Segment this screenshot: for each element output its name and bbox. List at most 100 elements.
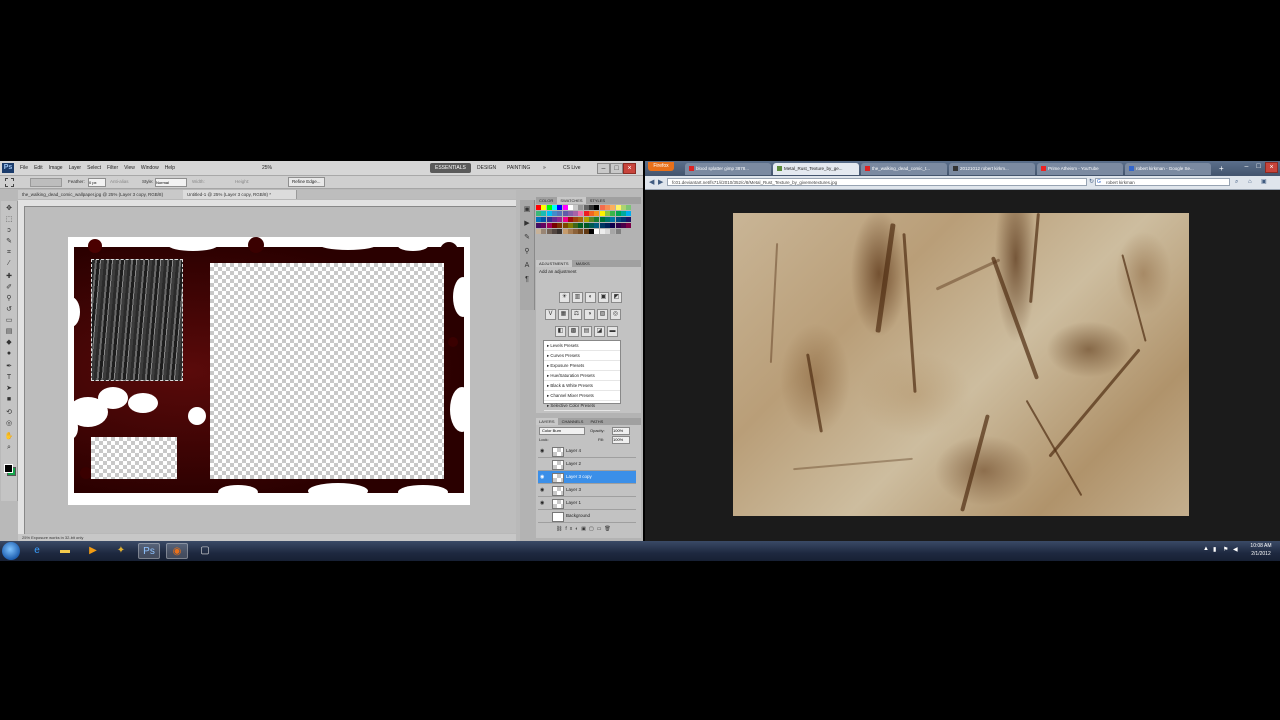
layer-row[interactable]: Background	[538, 510, 636, 523]
preset-item[interactable]: ▸ Levels Presets	[544, 341, 620, 351]
color-swatch[interactable]	[589, 223, 594, 228]
fill-input[interactable]: 100%	[612, 436, 630, 444]
layer-row[interactable]: ◉ Layer 3 copy	[538, 471, 636, 484]
color-swatch[interactable]	[626, 211, 632, 216]
workspace-essentials[interactable]: ESSENTIALS	[430, 163, 471, 173]
color-swatch[interactable]	[599, 211, 605, 216]
color-swatch[interactable]	[620, 205, 626, 210]
color-swatch[interactable]	[604, 223, 610, 228]
ff-minimize-button[interactable]: –	[1241, 162, 1252, 171]
color-swatch[interactable]	[610, 217, 616, 222]
adjustment-icon[interactable]: ◧	[555, 326, 566, 337]
reload-icon[interactable]: ↻	[1089, 178, 1094, 187]
clone-stamp-tool-icon[interactable]: ⚲	[4, 295, 14, 303]
swatches-tab[interactable]: SWATCHES	[557, 197, 586, 204]
browser-tab[interactable]: blood splatter gimp 3878...	[685, 163, 771, 175]
color-swatch[interactable]	[615, 205, 621, 210]
color-swatch[interactable]	[546, 223, 552, 228]
clone-source-panel-icon[interactable]: ⚲	[522, 248, 532, 256]
marquee-tool-icon[interactable]: ⬚	[4, 216, 14, 224]
channels-tab[interactable]: CHANNELS	[559, 418, 587, 425]
menu-help[interactable]: Help	[165, 161, 175, 175]
window-icon[interactable]: ▢	[194, 543, 216, 559]
pen-tool-icon[interactable]: ✒	[4, 363, 14, 371]
selection-mode-icons[interactable]	[30, 178, 62, 187]
ps-maximize-button[interactable]: □	[610, 163, 623, 174]
layer-row[interactable]: ◉ Layer 4	[538, 445, 636, 458]
color-swatch[interactable]	[583, 223, 589, 228]
brushes-panel-icon[interactable]: ✎	[522, 234, 532, 242]
color-swatch[interactable]	[594, 205, 600, 210]
color-swatch[interactable]	[594, 223, 600, 228]
app-icon[interactable]: ✦	[110, 543, 132, 559]
color-swatch[interactable]	[583, 229, 589, 234]
doc-tab-wallpaper[interactable]: the_walking_dead_comic_wallpaper.jpg @ 2…	[18, 190, 187, 199]
color-swatch[interactable]	[573, 229, 579, 234]
3d-camera-tool-icon[interactable]: ◎	[4, 420, 14, 428]
doc-tab-untitled[interactable]: Untitled-1 @ 25% (Layer 3 copy, RGB/8) *	[183, 190, 297, 199]
color-swatch[interactable]	[557, 211, 563, 216]
color-swatch[interactable]	[551, 211, 557, 216]
color-swatch[interactable]	[562, 211, 568, 216]
ie-icon[interactable]: e	[26, 543, 48, 559]
color-swatch[interactable]	[541, 205, 547, 210]
color-swatch[interactable]	[536, 217, 541, 222]
marquee-tool-icon[interactable]	[5, 178, 14, 187]
color-swatch[interactable]	[536, 223, 541, 228]
quick-select-tool-icon[interactable]: ✎	[4, 238, 14, 246]
color-swatch[interactable]	[546, 205, 552, 210]
eyedropper-tool-icon[interactable]: ⁄	[4, 260, 14, 268]
path-select-tool-icon[interactable]: ➤	[4, 385, 14, 393]
color-swatch[interactable]	[599, 205, 605, 210]
color-swatch[interactable]	[578, 205, 584, 210]
color-swatch[interactable]	[594, 211, 600, 216]
menu-image[interactable]: Image	[49, 161, 63, 175]
blur-tool-icon[interactable]: ◆	[4, 339, 14, 347]
color-swatch[interactable]	[536, 211, 541, 216]
search-input[interactable]: robert kirkman	[1095, 178, 1230, 186]
foreground-color-swatch[interactable]	[4, 464, 13, 473]
adjustment-icon[interactable]: ▩	[568, 326, 579, 337]
color-swatch[interactable]	[546, 229, 552, 234]
shape-tool-icon[interactable]: ■	[4, 396, 14, 404]
color-swatch[interactable]	[557, 217, 563, 222]
color-swatch[interactable]	[615, 229, 621, 234]
color-swatch[interactable]	[615, 217, 621, 222]
color-swatch[interactable]	[604, 229, 610, 234]
color-swatch[interactable]	[536, 229, 541, 234]
character-panel-icon[interactable]: A	[522, 262, 532, 270]
hand-tool-icon[interactable]: ✋	[4, 433, 14, 441]
tray-flag-icon[interactable]: ⚑	[1223, 546, 1229, 554]
color-swatch[interactable]	[578, 229, 584, 234]
dodge-tool-icon[interactable]: ●	[4, 350, 14, 358]
firefox-menu-button[interactable]: Firefox	[648, 162, 674, 171]
adjustments-tab[interactable]: ADJUSTMENTS	[536, 260, 572, 267]
paragraph-panel-icon[interactable]: ¶	[522, 276, 532, 284]
color-swatch[interactable]	[610, 223, 616, 228]
color-swatch[interactable]	[578, 223, 584, 228]
back-icon[interactable]: ◀	[649, 178, 654, 187]
zoom-tool-icon[interactable]: ⌕	[4, 444, 14, 452]
color-swatch[interactable]	[620, 211, 626, 216]
browser-tab[interactable]: 20121012 robert kirkm...	[949, 163, 1035, 175]
adjustment-icon[interactable]: ▬	[607, 326, 618, 337]
color-swatch[interactable]	[567, 217, 573, 222]
browser-tab[interactable]: Prime Atheism - YouTube	[1037, 163, 1123, 175]
move-tool-icon[interactable]: ✥	[4, 205, 14, 213]
ps-canvas-area[interactable]	[25, 207, 516, 533]
color-swatch[interactable]	[562, 223, 568, 228]
taskbar-clock[interactable]: 10:08 AM 2/1/2012	[1246, 542, 1276, 558]
color-swatch[interactable]	[557, 205, 563, 210]
layer-footer-icons[interactable]: ⛓fx◐▣▢▭🗑	[556, 526, 614, 532]
color-swatch[interactable]	[626, 223, 632, 228]
crop-tool-icon[interactable]: ⌗	[4, 249, 14, 257]
color-swatch[interactable]	[567, 223, 573, 228]
color-swatch[interactable]	[551, 205, 557, 210]
color-swatch[interactable]	[599, 217, 605, 222]
browser-tab[interactable]: Metal_Rust_Texture_by_ge...	[773, 163, 859, 175]
visibility-eye-icon[interactable]: ◉	[540, 471, 545, 483]
tray-volume-icon[interactable]: ◀	[1233, 546, 1239, 554]
color-swatch[interactable]	[594, 217, 600, 222]
eraser-tool-icon[interactable]: ▭	[4, 317, 14, 325]
color-swatch[interactable]	[589, 217, 594, 222]
